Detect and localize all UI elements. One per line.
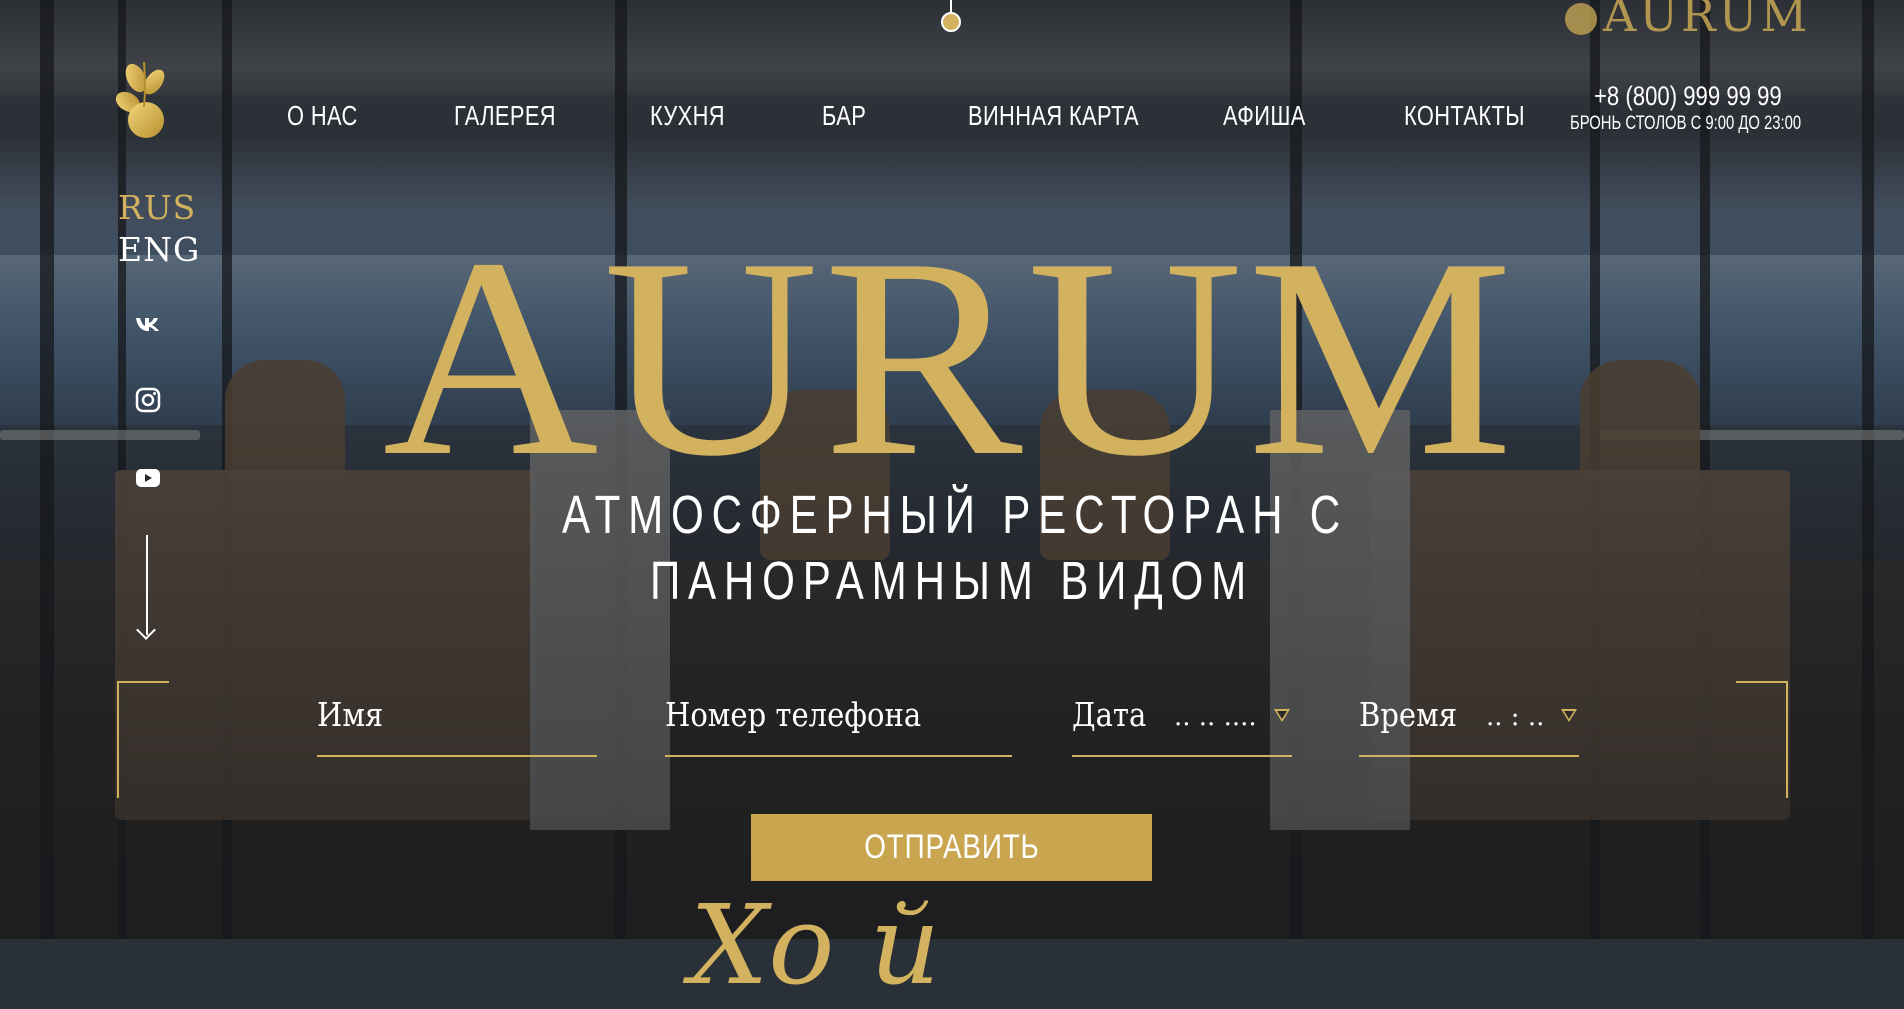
corner-logo[interactable]: AURUM: [1565, 0, 1811, 42]
submit-button[interactable]: ОТПРАВИТЬ: [751, 814, 1152, 881]
date-dropdown-triangle-icon[interactable]: [1274, 709, 1290, 722]
time-field-label: Время: [1359, 695, 1458, 734]
time-field[interactable]: Время .. : ..: [1359, 690, 1579, 757]
time-dropdown-triangle-icon[interactable]: [1561, 709, 1577, 722]
nav-item-wine-list[interactable]: ВИННАЯ КАРТА: [968, 100, 1139, 132]
nav-item-bar[interactable]: БАР: [822, 100, 866, 132]
nav-item-about[interactable]: О НАС: [287, 100, 358, 132]
lang-eng-button[interactable]: ENG: [118, 230, 200, 269]
submit-button-label: ОТПРАВИТЬ: [863, 828, 1040, 866]
hero-title: AURUM: [382, 199, 1518, 515]
nav-item-gallery[interactable]: ГАЛЕРЕЯ: [454, 100, 556, 132]
date-field-value: .. .. ....: [1174, 702, 1257, 732]
date-field[interactable]: Дата .. .. ....: [1072, 690, 1292, 757]
nav-item-kitchen[interactable]: КУХНЯ: [650, 100, 725, 132]
phone-number-link[interactable]: +8 (800) 999 99 99: [1594, 81, 1782, 112]
nav-item-events[interactable]: АФИША: [1223, 100, 1306, 132]
date-field-label: Дата: [1072, 695, 1147, 734]
corner-logo-text: AURUM: [1603, 0, 1811, 42]
top-indicator-dot[interactable]: [941, 12, 961, 32]
form-frame-left-corner: [117, 681, 169, 798]
hero-subtitle-line1: АТМОСФЕРНЫЙ РЕСТОРАН С: [562, 485, 1349, 545]
youtube-icon[interactable]: [134, 464, 162, 492]
section-script-heading: Хо й: [690, 881, 941, 1009]
scroll-down-arrow-icon[interactable]: [146, 535, 148, 635]
leaf-logo-icon: [1565, 3, 1597, 35]
hero-subtitle-line2: ПАНОРАМНЫМ ВИДОМ: [649, 551, 1255, 611]
phone-field-placeholder: Номер телефона: [665, 695, 922, 734]
name-field[interactable]: Имя: [317, 690, 597, 757]
phone-field[interactable]: Номер телефона: [665, 690, 1012, 757]
time-field-value: .. : ..: [1486, 702, 1545, 732]
booking-hours: БРОНЬ СТОЛОВ С 9:00 ДО 23:00: [1570, 113, 1802, 134]
vk-icon[interactable]: [134, 310, 162, 338]
name-field-placeholder: Имя: [317, 695, 384, 734]
instagram-icon[interactable]: [134, 386, 162, 414]
lang-rus-button[interactable]: RUS: [118, 188, 196, 227]
form-frame-right-corner: [1736, 681, 1788, 798]
nav-item-contacts[interactable]: КОНТАКТЫ: [1404, 100, 1525, 132]
